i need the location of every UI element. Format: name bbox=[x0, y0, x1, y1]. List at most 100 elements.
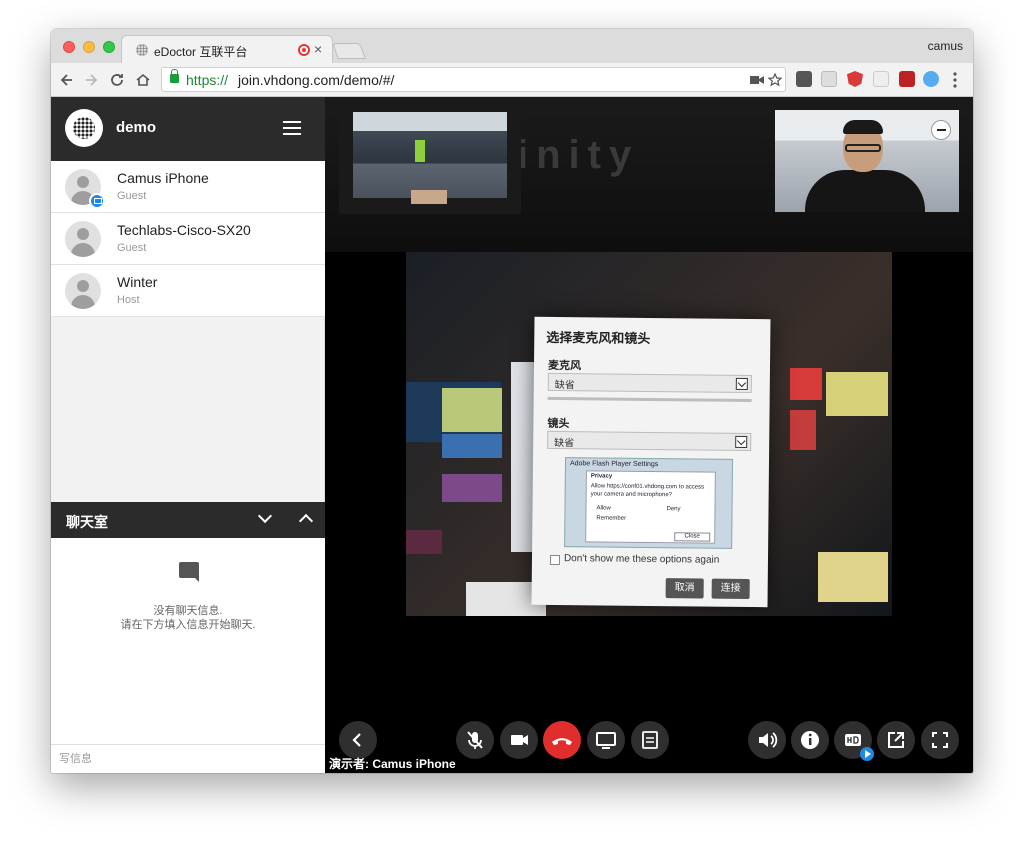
chevron-up-icon[interactable] bbox=[298, 513, 314, 529]
flash-close-button[interactable]: Close bbox=[674, 532, 711, 542]
phone-hangup-icon bbox=[552, 738, 572, 745]
participant-role: Guest bbox=[117, 242, 147, 254]
mic-off-icon bbox=[467, 731, 483, 749]
fonts-icon[interactable] bbox=[873, 71, 889, 87]
zoom-window-button[interactable] bbox=[103, 41, 115, 53]
chat-messages: 没有聊天信息. 请在下方填入信息开始聊天. bbox=[51, 538, 325, 744]
cancel-button[interactable]: 取消 bbox=[665, 578, 704, 599]
home-icon[interactable] bbox=[135, 72, 151, 88]
participant-row[interactable]: Winter Host bbox=[51, 265, 325, 317]
self-video[interactable] bbox=[775, 110, 959, 212]
share-pdf-button[interactable] bbox=[631, 721, 669, 759]
reload-icon[interactable] bbox=[109, 72, 125, 88]
pocket-icon[interactable] bbox=[796, 71, 812, 87]
participant-row[interactable]: Camus iPhone Guest bbox=[51, 161, 325, 213]
collapse-sidebar-button[interactable] bbox=[339, 721, 377, 759]
dont-show-label: Don't show me these options again bbox=[563, 553, 720, 566]
monitor-icon bbox=[596, 732, 616, 749]
tab-bar: eDoctor 互联平台 × camus bbox=[51, 29, 973, 63]
browser-tab[interactable]: eDoctor 互联平台 × bbox=[121, 35, 333, 63]
chevron-down-icon[interactable] bbox=[257, 508, 273, 524]
url-scheme: https:// bbox=[186, 72, 229, 88]
presenter-label: 演示者: Camus iPhone bbox=[329, 757, 456, 771]
screen-share-button[interactable] bbox=[587, 721, 625, 759]
forward-icon[interactable] bbox=[83, 72, 99, 88]
lock-ext-icon[interactable] bbox=[821, 71, 837, 87]
fullscreen-icon bbox=[932, 732, 948, 748]
presenting-badge-icon bbox=[89, 193, 105, 209]
mic-select[interactable]: 缺省 bbox=[547, 372, 752, 394]
camera-select-value: 缺省 bbox=[554, 437, 575, 450]
participant-name: Techlabs-Cisco-SX20 bbox=[117, 222, 251, 238]
info-button[interactable] bbox=[791, 721, 829, 759]
hd-quality-button[interactable] bbox=[834, 721, 874, 761]
speaker-icon bbox=[759, 732, 778, 748]
close-window-button[interactable] bbox=[63, 41, 75, 53]
flash-remember-checkbox[interactable]: Remember bbox=[596, 515, 626, 521]
flash-deny-radio[interactable]: Deny bbox=[666, 506, 680, 512]
browser-window: eDoctor 互联平台 × camus https:// join.vhdon… bbox=[51, 29, 973, 773]
participant-row[interactable]: Techlabs-Cisco-SX20 Guest bbox=[51, 213, 325, 265]
camera-label: 镜头 bbox=[547, 417, 570, 431]
minimize-window-button[interactable] bbox=[83, 41, 95, 53]
camera-select[interactable]: 缺省 bbox=[547, 430, 752, 452]
chevron-left-icon bbox=[352, 733, 361, 747]
avatar bbox=[65, 273, 101, 309]
browser-toolbar: https:// join.vhdong.com/demo/#/ bbox=[51, 63, 973, 97]
url-path: join.vhdong.com/demo/#/ bbox=[238, 72, 395, 88]
angular-icon[interactable] bbox=[847, 71, 863, 87]
avatar bbox=[65, 221, 101, 257]
play-badge-icon bbox=[860, 747, 874, 761]
chat-bubble-icon bbox=[179, 562, 199, 582]
video-background bbox=[442, 388, 502, 432]
video-stage: inity 选择麦克风和镜头 麦克风 缺省 镜头 缺省 Adobe Flash … bbox=[325, 97, 973, 773]
room-name: demo bbox=[116, 119, 157, 136]
toggle-camera-button[interactable] bbox=[500, 721, 538, 759]
menu-dots-icon[interactable] bbox=[953, 72, 957, 88]
divider bbox=[547, 396, 752, 403]
dont-show-checkbox[interactable] bbox=[549, 554, 561, 566]
tab-close-icon[interactable]: × bbox=[314, 41, 322, 57]
mute-mic-button[interactable] bbox=[456, 721, 494, 759]
video-background bbox=[790, 410, 816, 450]
hangup-button[interactable] bbox=[543, 721, 581, 759]
connect-button[interactable]: 连接 bbox=[711, 578, 750, 600]
video-background bbox=[442, 434, 502, 458]
secure-lock-icon bbox=[170, 69, 179, 83]
chevron-down-icon bbox=[735, 377, 748, 391]
browser-user[interactable]: camus bbox=[928, 39, 963, 53]
chevron-down-icon bbox=[735, 435, 748, 449]
favicon-icon bbox=[136, 44, 148, 56]
pdf-icon bbox=[642, 731, 658, 749]
video-background bbox=[406, 530, 442, 554]
device-select-dialog: 选择麦克风和镜头 麦克风 缺省 镜头 缺省 Adobe Flash Player… bbox=[531, 316, 771, 608]
volume-button[interactable] bbox=[748, 721, 786, 759]
chat-empty-hint: 请在下方填入信息开始聊天. bbox=[120, 619, 256, 631]
address-bar[interactable]: https:// join.vhdong.com/demo/#/ bbox=[161, 67, 786, 92]
remote-video-thumbnail[interactable] bbox=[339, 107, 521, 214]
badge-ext-icon[interactable] bbox=[899, 71, 915, 87]
logo-icon bbox=[65, 109, 103, 147]
participant-role: Guest bbox=[117, 190, 147, 202]
bookmark-star-icon[interactable] bbox=[768, 73, 782, 87]
video-background bbox=[818, 552, 888, 602]
back-icon[interactable] bbox=[59, 72, 75, 88]
new-tab-button[interactable] bbox=[332, 43, 366, 59]
participant-name: Winter bbox=[117, 274, 158, 290]
twitter-ext-icon[interactable] bbox=[923, 71, 939, 87]
app: demo Camus iPhone Guest Techlabs-Cisco-S… bbox=[51, 97, 973, 773]
open-external-icon bbox=[888, 732, 904, 748]
chat-title: 聊天室 bbox=[66, 514, 108, 530]
video-background bbox=[790, 368, 822, 400]
chat-input[interactable] bbox=[51, 744, 325, 773]
participant-name: Camus iPhone bbox=[117, 170, 209, 186]
pop-out-button[interactable] bbox=[877, 721, 915, 759]
menu-hamburger-icon[interactable] bbox=[283, 121, 301, 135]
mic-select-value: 缺省 bbox=[554, 379, 575, 392]
minimize-self-view-icon[interactable] bbox=[931, 120, 951, 140]
flash-allow-radio[interactable]: Allow bbox=[596, 505, 610, 511]
fullscreen-button[interactable] bbox=[921, 721, 959, 759]
camera-permission-icon[interactable] bbox=[750, 75, 764, 85]
video-background bbox=[442, 474, 502, 502]
flash-allow-text-2: your camera and microphone? bbox=[590, 491, 673, 499]
